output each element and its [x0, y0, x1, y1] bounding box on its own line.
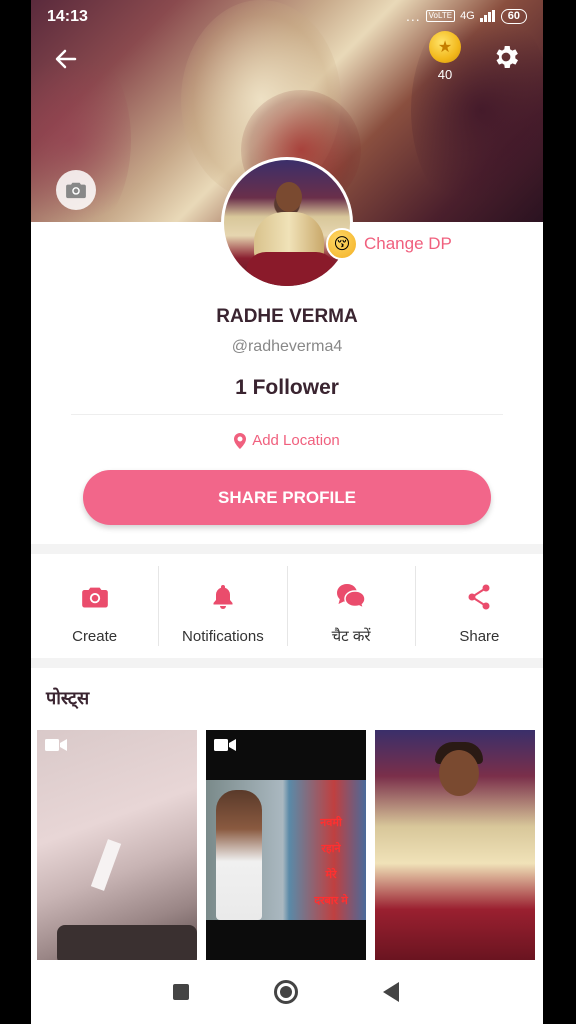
back-button[interactable] — [51, 44, 81, 74]
followers-count[interactable]: 1 Follower — [31, 376, 543, 400]
recents-button[interactable] — [173, 984, 189, 1000]
section-separator — [31, 544, 543, 554]
thumb-overlay-text: नवमी रहाने मेरे दरबार मे — [306, 810, 356, 914]
home-dot — [280, 986, 292, 998]
status-icons: ... VoLTE 4G 60 — [406, 8, 527, 24]
profile-avatar[interactable] — [221, 157, 353, 289]
post-thumbnail[interactable]: नवमी रहाने मेरे दरबार मे — [206, 730, 366, 960]
gear-icon — [496, 46, 518, 68]
post-thumbnail[interactable] — [37, 730, 197, 960]
create-label: Create — [72, 628, 118, 645]
status-time: 14:13 — [47, 8, 88, 25]
camera-icon — [80, 582, 110, 612]
divider — [71, 414, 503, 415]
action-bar: Create Notifications चैट करें Share — [31, 566, 543, 646]
add-location-link[interactable]: Add Location — [31, 432, 543, 449]
thumb-text-line: नवमी — [320, 817, 342, 829]
share-button[interactable]: Share — [416, 566, 543, 646]
post-thumbnail[interactable] — [375, 730, 535, 960]
posts-heading: पोस्ट्स — [46, 688, 90, 708]
notifications-label: Notifications — [182, 628, 264, 645]
system-nav-bar — [31, 962, 543, 1024]
share-icon — [464, 582, 494, 612]
avatar-detail — [276, 182, 302, 212]
avatar-detail — [246, 252, 336, 286]
thumb-detail — [439, 750, 479, 796]
change-dp-label: Change DP — [364, 234, 452, 253]
section-separator — [31, 658, 543, 668]
system-back-button[interactable] — [383, 982, 399, 1002]
change-cover-button[interactable] — [56, 170, 96, 210]
profile-handle: @radheverma4 — [231, 338, 343, 355]
video-icon — [214, 739, 236, 751]
battery-icon: 60 — [500, 8, 527, 24]
thumb-text-line: दरबार मे — [314, 895, 348, 907]
signal-icon — [479, 10, 495, 22]
notifications-button[interactable]: Notifications — [159, 566, 288, 646]
thumb-detail — [90, 839, 122, 891]
settings-button[interactable] — [491, 42, 521, 72]
chat-label: चैट करें — [331, 628, 371, 645]
profile-name: RADHE VERMA — [216, 306, 358, 327]
bell-icon — [208, 582, 238, 612]
add-location-label: Add Location — [252, 432, 340, 449]
volte-icon: VoLTE — [425, 10, 456, 22]
share-label: Share — [459, 628, 500, 645]
thumb-detail — [57, 925, 197, 960]
camera-icon — [66, 182, 86, 199]
location-pin-icon — [234, 432, 247, 449]
profile-screen: 14:13 ... VoLTE 4G 60 ★ 40 😚 Change DP R… — [31, 0, 543, 1024]
coin-icon[interactable]: ★ — [429, 31, 461, 63]
kissing-face-icon: 😚 — [326, 228, 358, 260]
thumb-detail — [216, 790, 262, 920]
chat-bubbles-icon — [336, 582, 366, 610]
change-dp-button[interactable]: 😚 Change DP — [326, 228, 452, 260]
thumb-text-line: रहाने — [321, 843, 341, 855]
network-label: 4G — [460, 10, 475, 22]
status-bar: 14:13 ... VoLTE 4G 60 — [31, 0, 543, 34]
arrow-left-icon — [55, 49, 77, 69]
share-profile-button[interactable]: SHARE PROFILE — [83, 470, 491, 525]
home-button[interactable] — [274, 980, 298, 1004]
coin-count: 40 — [437, 67, 453, 82]
more-dots-icon: ... — [405, 8, 421, 24]
video-icon — [45, 739, 67, 751]
create-button[interactable]: Create — [31, 566, 160, 646]
thumb-text-line: मेरे — [325, 869, 337, 881]
chat-button[interactable]: चैट करें — [288, 566, 416, 646]
